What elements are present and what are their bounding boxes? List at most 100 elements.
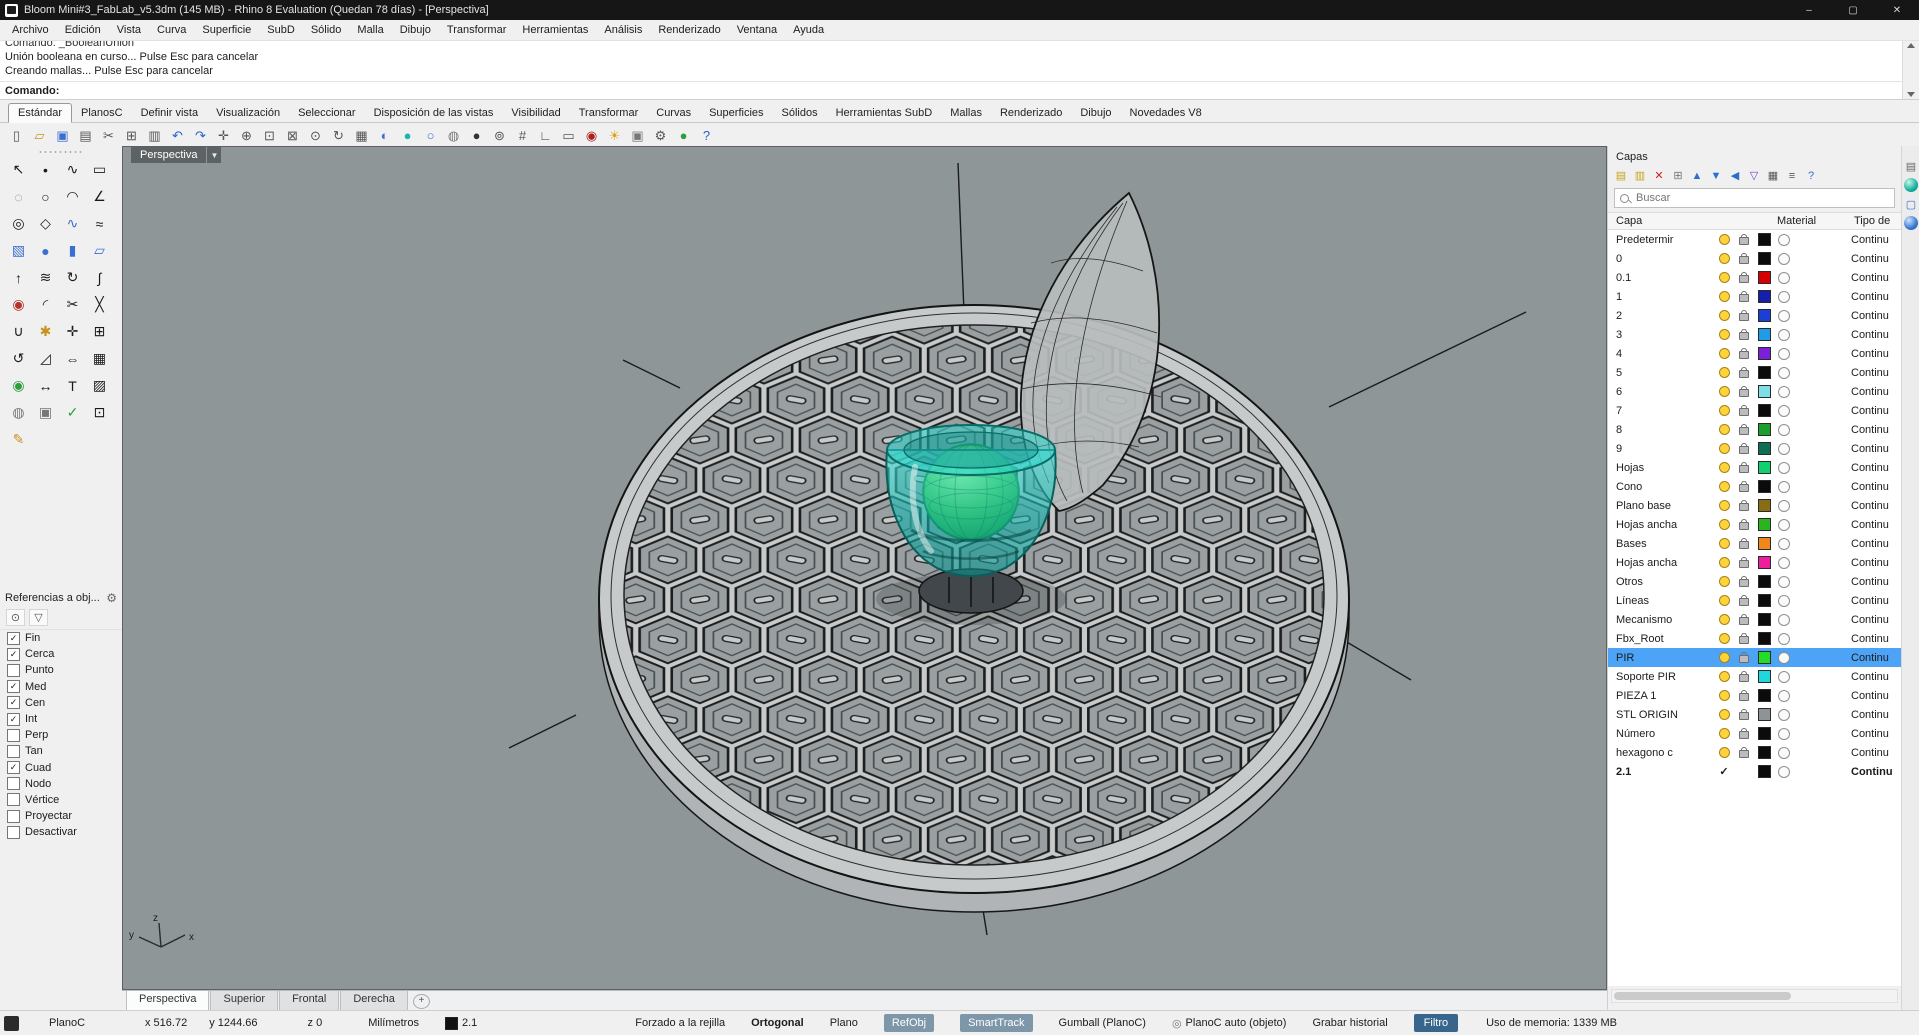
layer-lock-icon[interactable] (1734, 671, 1754, 682)
layer-row-pir[interactable]: PIR Continu (1608, 648, 1901, 667)
layer-lock-icon[interactable] (1734, 348, 1754, 359)
layer-linetype[interactable]: Continu (1851, 576, 1889, 588)
ribbon-tab-visualizacion[interactable]: Visualización (207, 104, 289, 122)
layer-linetype[interactable]: Continu (1851, 500, 1889, 512)
menu-curva[interactable]: Curva (149, 21, 194, 39)
layer-color-swatch[interactable] (1754, 746, 1774, 759)
toolbar-named-views-icon[interactable]: ▦ (350, 125, 373, 146)
layer-color-swatch[interactable] (1754, 689, 1774, 702)
toolbar-lock-objects-icon[interactable]: ▣ (626, 125, 649, 146)
layers-delete-layer-icon[interactable]: ✕ (1650, 168, 1668, 184)
layer-linetype[interactable]: Continu (1851, 766, 1893, 778)
layer-color-swatch[interactable] (1754, 575, 1774, 588)
ribbon-tab-planosc[interactable]: PlanosC (72, 104, 132, 122)
toolbar-zoom-selected-icon[interactable]: ⊙ (304, 125, 327, 146)
layer-linetype[interactable]: Continu (1851, 595, 1889, 607)
menu-subd[interactable]: SubD (259, 21, 303, 39)
layer-material-icon[interactable] (1774, 347, 1794, 360)
osnap-item-cerca[interactable]: ✓ Cerca (0, 646, 122, 662)
palette-grip[interactable] (38, 150, 84, 154)
layers-grid-view-icon[interactable]: ▦ (1764, 168, 1782, 184)
layer-visibility-bulb-icon[interactable] (1714, 481, 1734, 492)
layer-color-swatch[interactable] (1754, 366, 1774, 379)
layers-new-sublayer-icon[interactable]: ▥ (1631, 168, 1649, 184)
strip-render-preview-icon[interactable] (1904, 178, 1918, 192)
layer-visibility-bulb-icon[interactable] (1714, 424, 1734, 435)
status-toggle-filtro[interactable]: Filtro (1413, 1014, 1459, 1032)
layer-color-swatch[interactable] (1754, 480, 1774, 493)
palette-extrude-icon[interactable]: ↑ (5, 264, 32, 291)
layer-material-icon[interactable] (1774, 309, 1794, 322)
palette-hide-icon[interactable]: ◍ (5, 399, 32, 426)
toolbar-planar-mode-icon[interactable]: ▭ (557, 125, 580, 146)
layer-color-swatch[interactable] (1754, 271, 1774, 284)
palette-control-point-curve-icon[interactable]: ∿ (59, 156, 86, 183)
layer-visibility-bulb-icon[interactable] (1714, 652, 1734, 663)
layer-linetype[interactable]: Continu (1851, 557, 1889, 569)
layer-color-swatch[interactable] (1754, 499, 1774, 512)
layer-color-swatch[interactable] (1754, 651, 1774, 664)
palette-text-icon[interactable]: T (59, 372, 86, 399)
layers-search[interactable] (1614, 188, 1895, 208)
toolbar-zoom-extents-icon[interactable]: ⊠ (281, 125, 304, 146)
palette-array-icon[interactable]: ▦ (86, 345, 113, 372)
layer-lock-icon[interactable] (1734, 424, 1754, 435)
layer-row-mecanismo[interactable]: Mecanismo Continu (1608, 610, 1901, 629)
layers-filter-funnel-icon[interactable]: ▽ (1745, 168, 1763, 184)
layer-linetype[interactable]: Continu (1851, 348, 1889, 360)
viewport-canvas[interactable]: x y z (123, 147, 1606, 990)
layer-lock-icon[interactable] (1734, 633, 1754, 644)
layer-material-icon[interactable] (1774, 404, 1794, 417)
layer-material-icon[interactable] (1774, 385, 1794, 398)
layer-material-icon[interactable] (1774, 765, 1794, 778)
viewport-tab-derecha[interactable]: Derecha (340, 991, 408, 1011)
ribbon-tab-transformar[interactable]: Transformar (570, 104, 648, 122)
layer-visibility-bulb-icon[interactable] (1714, 538, 1734, 549)
palette-lock-icon[interactable]: ▣ (32, 399, 59, 426)
layer-visibility-bulb-icon[interactable] (1714, 310, 1734, 321)
layer-color-swatch[interactable] (1754, 385, 1774, 398)
osnap-project-icon[interactable]: ⊙ (6, 609, 25, 626)
osnap-item-tan[interactable]: Tan (0, 743, 122, 759)
layer-color-swatch[interactable] (1754, 594, 1774, 607)
palette-scale-icon[interactable]: ◿ (32, 345, 59, 372)
layer-material-icon[interactable] (1774, 423, 1794, 436)
toolbar-help-icon[interactable]: ? (695, 125, 718, 146)
osnap-checkbox-nodo[interactable] (7, 777, 20, 791)
layer-row-1[interactable]: 1 Continu (1608, 287, 1901, 306)
layer-visibility-bulb-icon[interactable] (1714, 557, 1734, 568)
layer-row-8[interactable]: 8 Continu (1608, 420, 1901, 439)
layer-row-4[interactable]: 4 Continu (1608, 344, 1901, 363)
layer-row-lineas[interactable]: Líneas Continu (1608, 591, 1901, 610)
layer-visibility-bulb-icon[interactable] (1714, 253, 1734, 264)
status-active-layer[interactable]: 2.1 (444, 1016, 477, 1030)
palette-join-icon[interactable]: ∪ (5, 318, 32, 345)
layer-visibility-bulb-icon[interactable] (1714, 633, 1734, 644)
layer-row-plano-base[interactable]: Plano base Continu (1608, 496, 1901, 515)
menu-herramientas[interactable]: Herramientas (514, 21, 596, 39)
layer-row-5[interactable]: 5 Continu (1608, 363, 1901, 382)
menu-transformar[interactable]: Transformar (439, 21, 515, 39)
layer-color-swatch[interactable] (1754, 233, 1774, 246)
layers-column-capa[interactable]: Capa (1608, 215, 1777, 227)
layer-row-7[interactable]: 7 Continu (1608, 401, 1901, 420)
osnap-checkbox-proyectar[interactable] (7, 809, 20, 823)
layer-row-otros[interactable]: Otros Continu (1608, 572, 1901, 591)
viewport-perspective[interactable]: Perspectiva ▼ x y z (122, 146, 1607, 990)
viewport-tab-perspectiva[interactable]: Perspectiva (126, 991, 210, 1011)
layer-row-hojas-ancha[interactable]: Hojas ancha Continu (1608, 553, 1901, 572)
layers-list-menu-icon[interactable]: ≡ (1783, 168, 1801, 184)
layers-search-input[interactable] (1634, 191, 1889, 205)
osnap-checkbox-vertice[interactable] (7, 793, 20, 807)
status-toggle-ortogonal[interactable]: Ortogonal (751, 1017, 804, 1029)
osnap-item-int[interactable]: ✓ Int (0, 711, 122, 727)
layer-lock-icon[interactable] (1734, 519, 1754, 530)
palette-explode-icon[interactable]: ✱ (32, 318, 59, 345)
layer-linetype[interactable]: Continu (1851, 234, 1889, 246)
palette-hatch-icon[interactable]: ▨ (86, 372, 113, 399)
osnap-item-cen[interactable]: ✓ Cen (0, 695, 122, 711)
layer-row-pieza-1[interactable]: PIEZA 1 Continu (1608, 686, 1901, 705)
layer-lock-icon[interactable] (1734, 576, 1754, 587)
status-app-icon[interactable] (4, 1015, 19, 1031)
toolbar-zoom-window-icon[interactable]: ⊡ (258, 125, 281, 146)
